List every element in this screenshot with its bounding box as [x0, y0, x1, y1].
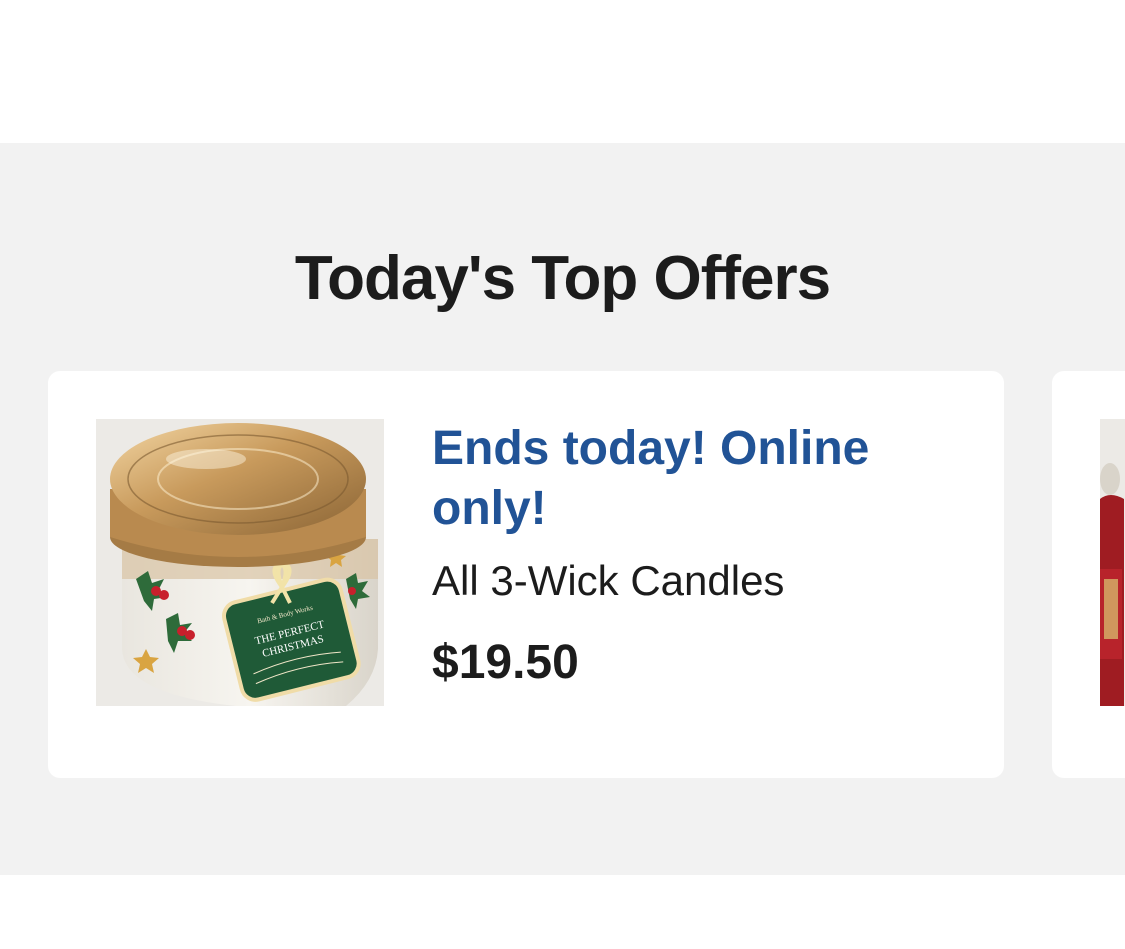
bottom-whitespace [0, 875, 1125, 949]
next-product-image[interactable] [1100, 419, 1125, 706]
candle-product-image[interactable]: Bath & Body Works THE PERFECT CHRISTMAS [96, 419, 384, 706]
red-bottle-illustration [1100, 419, 1125, 706]
top-offers-section: Today's Top Offers Bath & Body Works THE… [0, 143, 1125, 875]
offer-card-next[interactable] [1052, 371, 1125, 778]
section-title: Today's Top Offers [294, 244, 831, 313]
offer-text: Ends today! Online only! All 3-Wick Cand… [432, 419, 952, 693]
offer-description[interactable]: All 3-Wick Candles [432, 555, 952, 607]
top-whitespace [0, 0, 1125, 143]
candle-illustration: Bath & Body Works THE PERFECT CHRISTMAS [96, 419, 384, 706]
offer-card[interactable]: Bath & Body Works THE PERFECT CHRISTMAS [48, 371, 1004, 778]
offer-headline[interactable]: Ends today! Online only! [432, 419, 952, 539]
offer-price: $19.50 [432, 636, 579, 689]
